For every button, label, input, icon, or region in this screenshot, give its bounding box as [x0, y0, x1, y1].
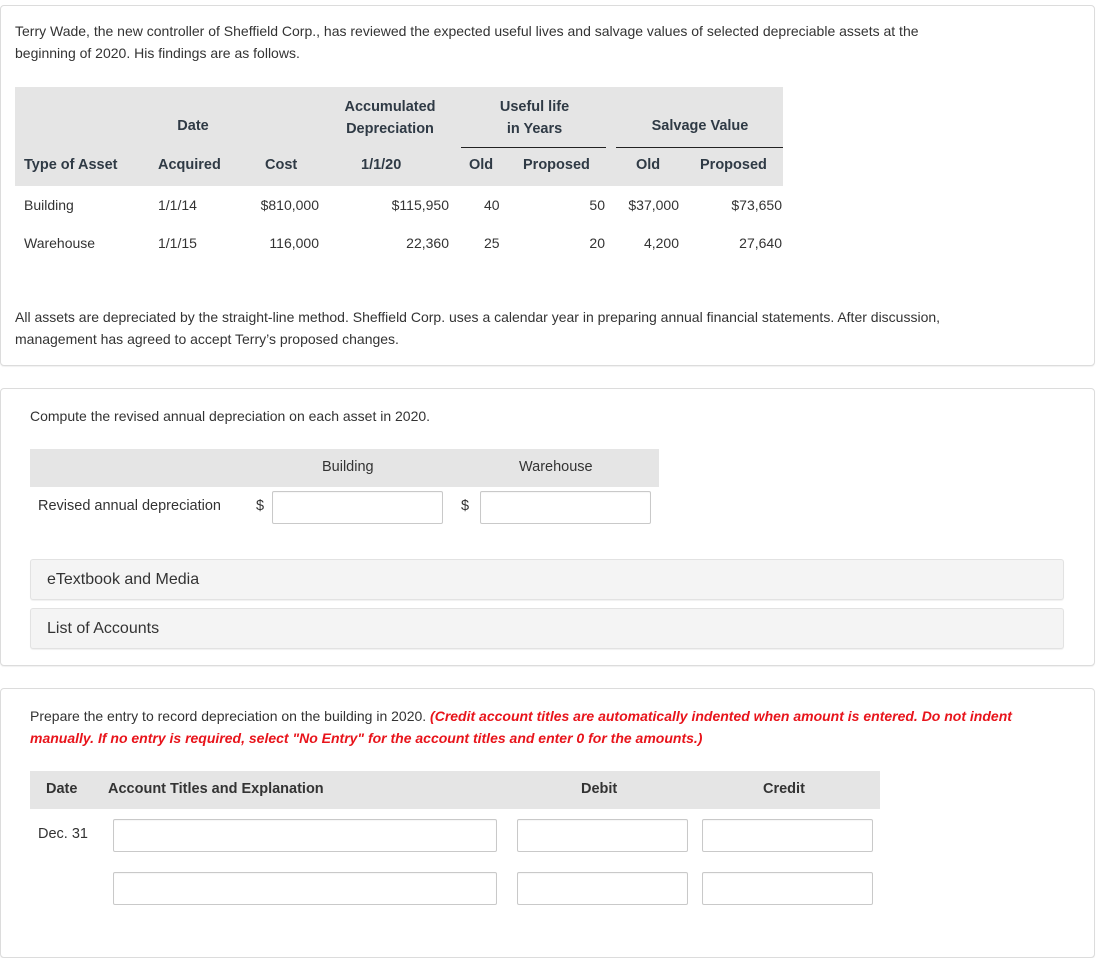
life-proposed: 20 [589, 235, 605, 251]
col-debit: Debit [581, 781, 618, 797]
notes-text: All assets are depreciated by the straig… [15, 306, 1090, 350]
col-cost: Cost [265, 157, 298, 173]
header-salvage-value: Salvage Value [651, 118, 749, 134]
col-acquired: Acquired [158, 157, 221, 173]
col-life-proposed: Proposed [523, 157, 590, 173]
header-accum-line1: Accumulated [344, 99, 436, 115]
header-life-line1: Useful life [499, 99, 570, 115]
col-salvage-old: Old [636, 157, 661, 173]
life-old: 25 [484, 235, 500, 251]
currency-symbol: $ [461, 498, 470, 514]
salvage-proposed: 27,640 [739, 235, 782, 251]
list-of-accounts-link[interactable]: List of Accounts [30, 608, 1064, 649]
col-building: Building [322, 459, 374, 475]
intro-line-1: Terry Wade, the new controller of Sheffi… [15, 23, 919, 39]
life-proposed: 50 [589, 197, 605, 213]
credit-input[interactable] [702, 819, 873, 852]
col-life-old: Old [469, 157, 494, 173]
life-old: 40 [484, 197, 500, 213]
cost: $810,000 [260, 197, 319, 213]
part-b-instruction-1: (Credit account titles are automatically… [430, 708, 1012, 724]
salvage-old: $37,000 [628, 197, 679, 213]
debit-input[interactable] [517, 819, 688, 852]
accumulated-depreciation: $115,950 [391, 197, 449, 213]
date-acquired: 1/1/15 [158, 235, 197, 251]
debit-input[interactable] [517, 872, 688, 905]
notes-line-1: All assets are depreciated by the straig… [15, 309, 941, 325]
salvage-proposed: $73,650 [731, 197, 782, 213]
salvage-old: 4,200 [643, 235, 679, 251]
entry-date: Dec. 31 [38, 826, 88, 842]
part-b-prompt: Prepare the entry to record depreciation… [30, 705, 1090, 749]
header-life-line2: in Years [506, 121, 563, 137]
salvage-rule [616, 147, 783, 148]
warehouse-depreciation-input[interactable] [480, 491, 651, 524]
cost: 116,000 [269, 235, 319, 251]
building-depreciation-input[interactable] [272, 491, 443, 524]
notes-line-2: management has agreed to accept Terry’s … [15, 331, 399, 347]
header-date: Date [177, 118, 209, 134]
col-warehouse: Warehouse [519, 459, 593, 475]
intro-line-2: beginning of 2020. His findings are as f… [15, 45, 300, 61]
part-b-instruction-2: manually. If no entry is required, selec… [30, 730, 703, 746]
etextbook-media-link[interactable]: eTextbook and Media [30, 559, 1064, 600]
currency-symbol: $ [256, 498, 265, 514]
revised-depreciation-label: Revised annual depreciation [38, 498, 221, 514]
header-accumulated-depreciation: Accumulated Depreciation [325, 96, 455, 140]
asset-type: Warehouse [24, 235, 96, 251]
part-a-prompt: Compute the revised annual depreciation … [30, 408, 431, 424]
intro-text: Terry Wade, the new controller of Sheffi… [15, 20, 1085, 64]
account-title-input[interactable] [113, 819, 497, 852]
col-type-of-asset: Type of Asset [24, 157, 118, 173]
col-credit: Credit [763, 781, 805, 797]
header-accum-line2: Depreciation [346, 121, 434, 137]
accumulated-depreciation: 22,360 [406, 235, 449, 251]
useful-life-rule [461, 147, 606, 148]
part-b-prompt-text: Prepare the entry to record depreciation… [30, 708, 427, 724]
header-useful-life: Useful life in Years [462, 96, 607, 140]
account-title-input[interactable] [113, 872, 497, 905]
asset-type: Building [24, 197, 74, 213]
col-accum-date: 1/1/20 [361, 157, 402, 173]
col-salvage-proposed: Proposed [700, 157, 767, 173]
col-date: Date [46, 781, 78, 797]
credit-input[interactable] [702, 872, 873, 905]
col-account-titles: Account Titles and Explanation [108, 781, 324, 797]
date-acquired: 1/1/14 [158, 197, 197, 213]
